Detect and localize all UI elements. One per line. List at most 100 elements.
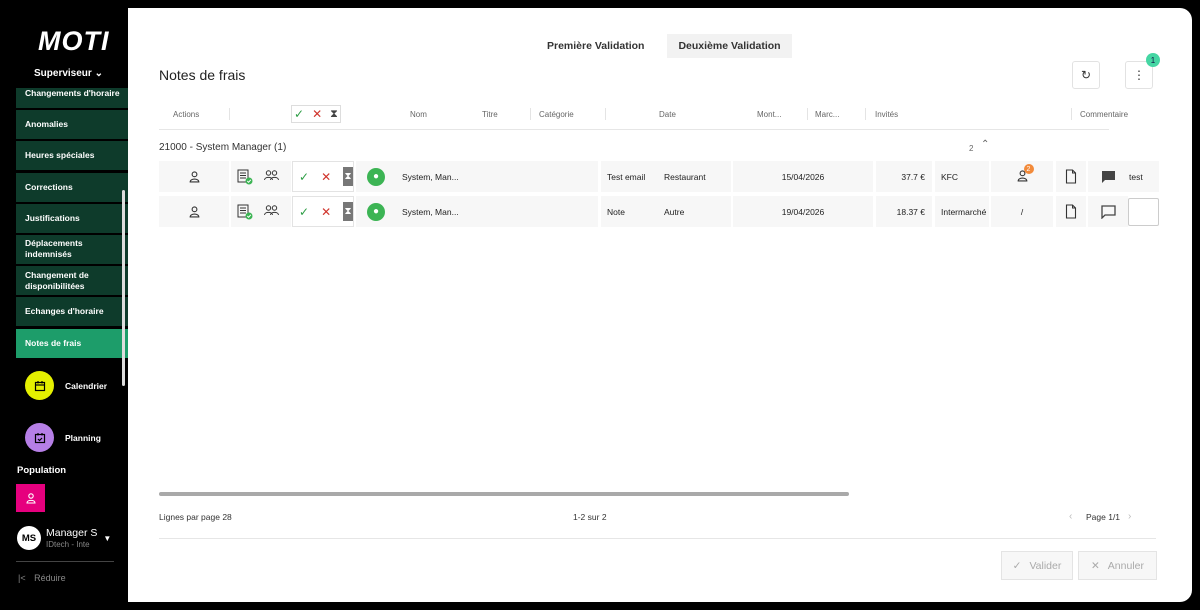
row-tools-cell bbox=[231, 161, 291, 192]
sidebar-item-label: Justifications bbox=[25, 212, 80, 223]
calendar-icon bbox=[25, 371, 54, 400]
sidebar-scrollbar[interactable] bbox=[122, 190, 125, 386]
sidebar-item-changements-horaire[interactable]: Changements d'horaire bbox=[16, 88, 128, 108]
cell-marchand: KFC bbox=[935, 161, 989, 192]
role-selector[interactable]: Superviseur ⌄ bbox=[34, 68, 103, 79]
row-identity-cell: ● System, Man... bbox=[356, 196, 598, 227]
pending-hourglass-icon[interactable]: ⧗ bbox=[343, 202, 353, 221]
group-header[interactable]: 21000 - System Manager (1) bbox=[159, 142, 286, 153]
pending-hourglass-icon[interactable]: ⧗ bbox=[343, 167, 353, 186]
cell-titre: Note bbox=[601, 196, 659, 227]
group-icon[interactable] bbox=[263, 169, 280, 184]
cell-categorie: Autre bbox=[659, 196, 731, 227]
person-icon[interactable] bbox=[188, 170, 201, 183]
avatar: MS bbox=[17, 526, 41, 550]
row-user-cell bbox=[159, 196, 229, 227]
cell-commentaire[interactable]: test bbox=[1126, 161, 1159, 192]
invites-icon: 2 bbox=[1016, 164, 1034, 184]
approve-icon[interactable]: ✓ bbox=[299, 205, 309, 219]
hourglass-icon[interactable]: ⧗ bbox=[330, 108, 338, 121]
invites-badge: 2 bbox=[1023, 164, 1034, 174]
nav-label: Planning bbox=[65, 432, 101, 443]
col-montant[interactable]: Mont... bbox=[757, 104, 781, 124]
pagination-range: 1-2 sur 2 bbox=[573, 512, 607, 522]
tab-deuxieme-validation[interactable]: Deuxième Validation bbox=[667, 34, 792, 58]
sidebar-item-corrections[interactable]: Corrections bbox=[16, 172, 128, 202]
prev-page-icon[interactable]: ‹ bbox=[1069, 511, 1072, 522]
row-tools-cell bbox=[231, 196, 291, 227]
sidebar-item-label: Changements d'horaire bbox=[25, 88, 120, 98]
col-actions[interactable]: Actions bbox=[173, 104, 199, 124]
refresh-button[interactable]: ↻ bbox=[1072, 61, 1100, 89]
table-row[interactable]: ✓ ✕ ⧗ ● System, Man... Test email Restau… bbox=[159, 161, 1159, 192]
sidebar-item-label: Changement de disponibilitées bbox=[25, 269, 89, 291]
group-count: 2 bbox=[969, 144, 974, 153]
column-separator bbox=[229, 108, 230, 120]
person-icon[interactable] bbox=[188, 205, 201, 218]
row-validation-cell: ✓ ✕ ⧗ bbox=[292, 196, 354, 227]
notification-badge: 1 bbox=[1146, 53, 1160, 67]
sidebar-item-heures-speciales[interactable]: Heures spéciales bbox=[16, 141, 128, 171]
table-row[interactable]: ✓ ✕ ⧗ ● System, Man... Note Autre 19/04/… bbox=[159, 196, 1159, 227]
check-all-icon[interactable]: ✓ bbox=[294, 107, 304, 121]
col-commentaire[interactable]: Commentaire bbox=[1080, 104, 1128, 124]
sidebar-item-notes-de-frais[interactable]: Notes de frais bbox=[16, 328, 128, 358]
col-date[interactable]: Date bbox=[659, 104, 676, 124]
cell-nom: System, Man... bbox=[402, 171, 459, 182]
reject-icon[interactable]: ✕ bbox=[321, 205, 331, 219]
tab-premiere-validation[interactable]: Première Validation bbox=[536, 34, 655, 58]
document-icon[interactable] bbox=[1056, 161, 1086, 192]
nav-calendrier[interactable]: Calendrier bbox=[25, 371, 107, 400]
sidebar-item-label: Notes de frais bbox=[25, 337, 82, 348]
sidebar-menu: Changements d'horaire Anomalies Heures s… bbox=[16, 88, 128, 360]
nav-planning[interactable]: Planning bbox=[25, 423, 101, 452]
cell-invites: / bbox=[991, 196, 1053, 227]
approve-icon[interactable]: ✓ bbox=[299, 170, 309, 184]
validate-button[interactable]: ✓ Valider bbox=[1001, 551, 1073, 580]
group-icon[interactable] bbox=[263, 204, 280, 219]
document-icon[interactable] bbox=[1056, 196, 1086, 227]
column-separator bbox=[807, 108, 808, 120]
more-vertical-icon: ⋮ bbox=[1133, 68, 1145, 82]
reduce-button[interactable]: |< Réduire bbox=[18, 573, 66, 583]
chevron-up-icon[interactable]: ⌃ bbox=[981, 139, 989, 150]
validation-tabs: Première Validation Deuxième Validation bbox=[536, 34, 792, 58]
comment-outline-icon[interactable] bbox=[1088, 196, 1128, 227]
sidebar-item-justifications[interactable]: Justifications bbox=[16, 203, 128, 233]
sidebar-item-echanges[interactable]: Echanges d'horaire bbox=[16, 297, 128, 327]
cell-date: 19/04/2026 bbox=[733, 196, 873, 227]
sidebar: MOTI Superviseur ⌄ Changements d'horaire… bbox=[8, 8, 128, 602]
population-button[interactable] bbox=[16, 484, 45, 512]
col-invites[interactable]: Invités bbox=[875, 104, 898, 124]
sidebar-item-anomalies[interactable]: Anomalies bbox=[16, 110, 128, 140]
cancel-button[interactable]: ✕ Annuler bbox=[1078, 551, 1157, 580]
cancel-label: Annuler bbox=[1107, 559, 1144, 572]
col-categorie[interactable]: Catégorie bbox=[539, 104, 574, 124]
rows-per-page[interactable]: Lignes par page 28 bbox=[159, 512, 232, 522]
sidebar-item-disponibilites[interactable]: Changement de disponibilitées bbox=[16, 266, 128, 296]
divider bbox=[16, 561, 114, 562]
footer-divider bbox=[159, 538, 1156, 539]
row-identity-cell: ● System, Man... bbox=[356, 161, 598, 192]
col-nom[interactable]: Nom bbox=[410, 104, 427, 124]
table-header: Actions ✓ ✕ ⧗ Nom Titre Catégorie Date M… bbox=[159, 104, 1192, 124]
receipt-validated-icon[interactable] bbox=[235, 167, 253, 187]
sidebar-item-label: Corrections bbox=[25, 181, 73, 192]
refresh-icon: ↻ bbox=[1080, 68, 1092, 82]
cell-invites[interactable]: 2 bbox=[991, 161, 1053, 192]
column-separator bbox=[605, 108, 606, 120]
reject-icon[interactable]: ✕ bbox=[321, 170, 331, 184]
page-title: Notes de frais bbox=[159, 67, 246, 83]
receipt-validated-icon[interactable] bbox=[235, 202, 253, 222]
col-marchand[interactable]: Marc... bbox=[815, 104, 839, 124]
horizontal-scrollbar[interactable] bbox=[159, 492, 849, 496]
main-panel: Première Validation Deuxième Validation … bbox=[128, 8, 1192, 602]
sidebar-item-deplacements[interactable]: Déplacements indemnisés bbox=[16, 234, 128, 264]
user-menu[interactable]: MS Manager S IDtech - Inte ▼ bbox=[17, 526, 111, 550]
next-page-icon[interactable]: › bbox=[1128, 511, 1131, 522]
comment-filled-icon[interactable] bbox=[1088, 161, 1128, 192]
reject-all-icon[interactable]: ✕ bbox=[312, 107, 322, 121]
app-logo: MOTI bbox=[38, 26, 110, 56]
col-titre[interactable]: Titre bbox=[482, 104, 498, 124]
comment-input[interactable] bbox=[1128, 198, 1159, 226]
